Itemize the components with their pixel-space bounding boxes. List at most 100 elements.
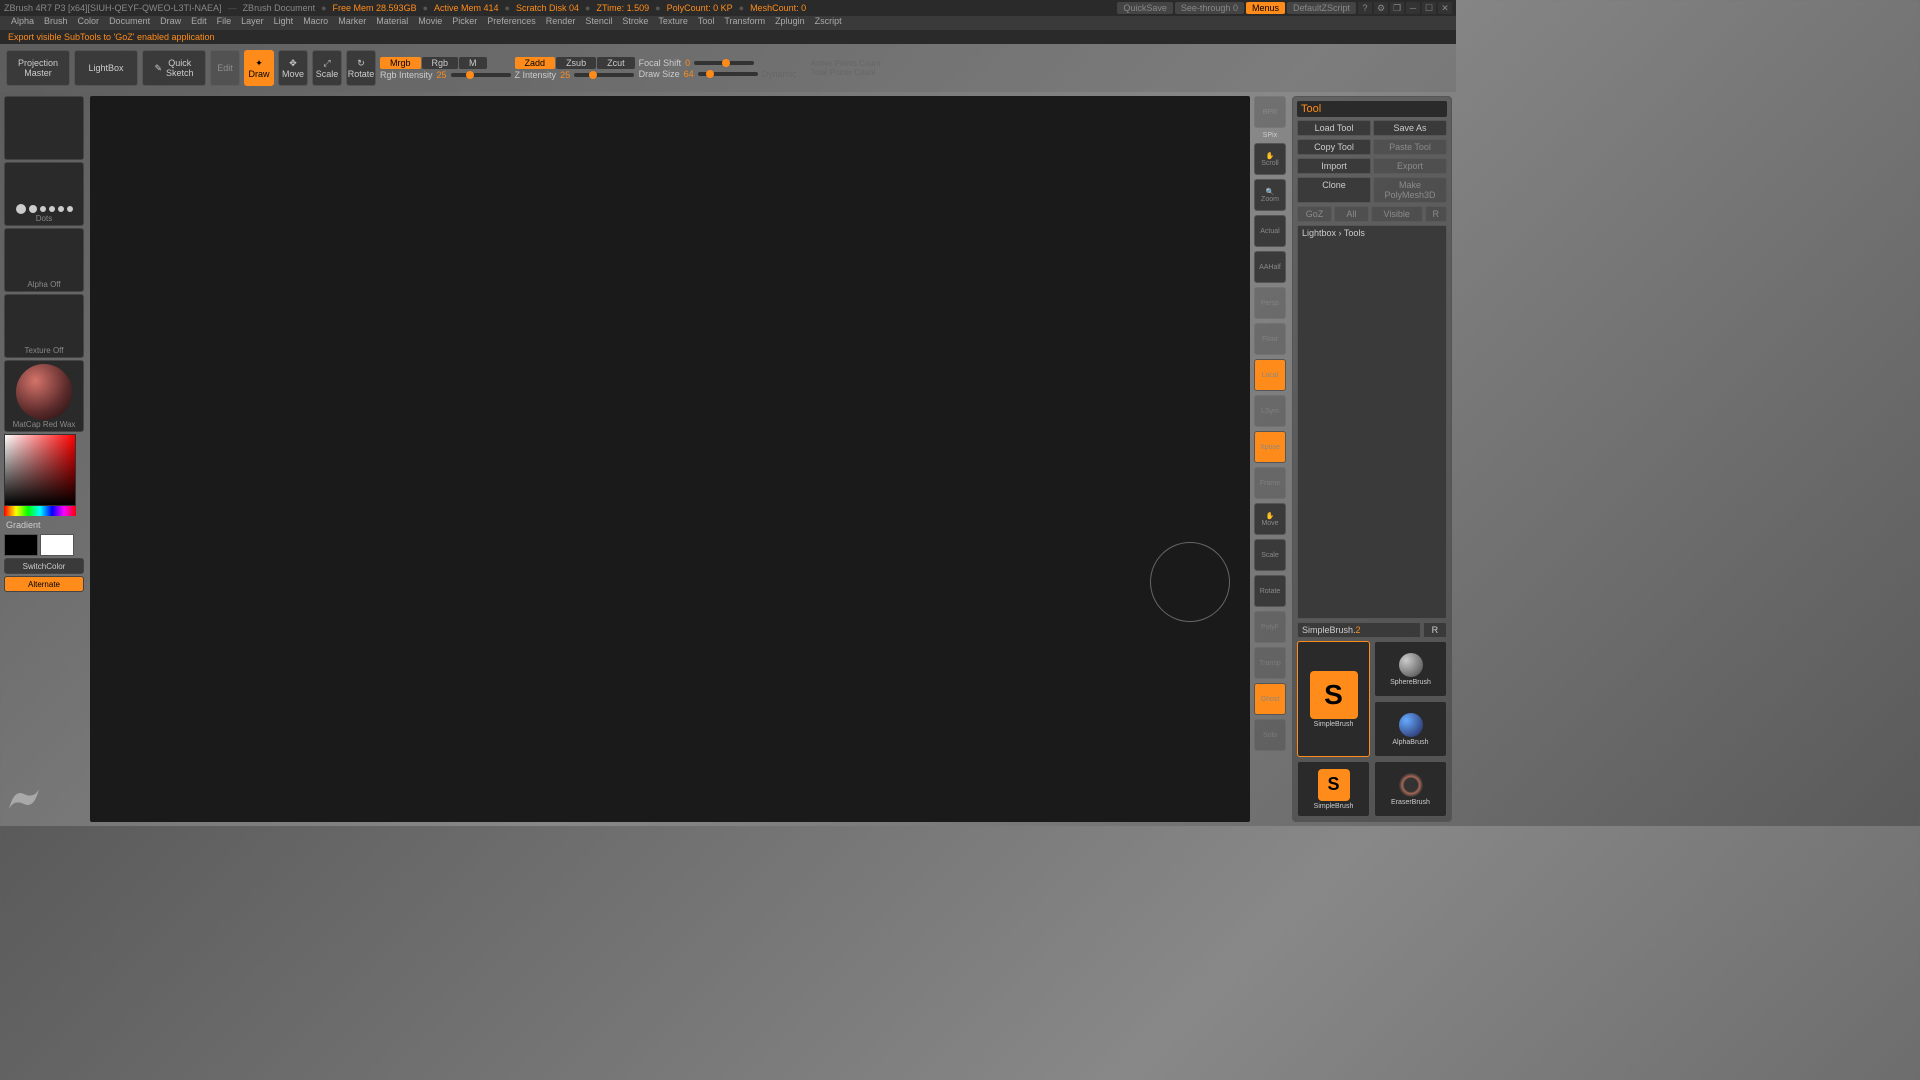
menu-zscript[interactable]: Zscript bbox=[810, 16, 847, 30]
aahalf-button[interactable]: AAHalf bbox=[1254, 251, 1286, 283]
rotate-button[interactable]: ↻ Rotate bbox=[346, 50, 376, 86]
save-as-button[interactable]: Save As bbox=[1373, 120, 1447, 136]
mrgb-button[interactable]: Mrgb bbox=[380, 57, 421, 69]
rgb-intensity-slider[interactable]: Rgb Intensity25 bbox=[380, 70, 511, 80]
zadd-button[interactable]: Zadd bbox=[515, 57, 556, 69]
zcut-button[interactable]: Zcut bbox=[597, 57, 635, 69]
lsym-button[interactable]: LSym bbox=[1254, 395, 1286, 427]
focal-shift-slider[interactable]: Focal Shift0 bbox=[639, 58, 797, 68]
tool-panel-header[interactable]: Tool bbox=[1297, 101, 1447, 117]
load-tool-button[interactable]: Load Tool bbox=[1297, 120, 1371, 136]
draw-button[interactable]: ✦ Draw bbox=[244, 50, 274, 86]
menu-material[interactable]: Material bbox=[371, 16, 413, 30]
canvas[interactable] bbox=[90, 96, 1250, 822]
lightbox-button[interactable]: LightBox bbox=[74, 50, 138, 86]
menu-stroke[interactable]: Stroke bbox=[617, 16, 653, 30]
copy-tool-button[interactable]: Copy Tool bbox=[1297, 139, 1371, 155]
menu-light[interactable]: Light bbox=[269, 16, 299, 30]
tool-r-button[interactable]: R bbox=[1423, 622, 1447, 638]
xpose-button[interactable]: Xpose bbox=[1254, 431, 1286, 463]
menu-document[interactable]: Document bbox=[104, 16, 155, 30]
local-button[interactable]: Local bbox=[1254, 359, 1286, 391]
menu-transform[interactable]: Transform bbox=[719, 16, 770, 30]
paste-tool-button[interactable]: Paste Tool bbox=[1373, 139, 1447, 155]
restore-icon[interactable]: ❐ bbox=[1390, 2, 1404, 14]
goz-button[interactable]: GoZ bbox=[1297, 206, 1332, 222]
seethrough-button[interactable]: See-through 0 bbox=[1175, 2, 1244, 14]
config-icon[interactable]: ⚙ bbox=[1374, 2, 1388, 14]
tool-thumb-simplebrush2[interactable]: S SimpleBrush bbox=[1297, 761, 1370, 817]
menu-preferences[interactable]: Preferences bbox=[482, 16, 541, 30]
menu-tool[interactable]: Tool bbox=[693, 16, 720, 30]
bpr-button[interactable]: BPR bbox=[1254, 96, 1286, 128]
minimize-icon[interactable]: ─ bbox=[1406, 2, 1420, 14]
solo-button[interactable]: Solo bbox=[1254, 719, 1286, 751]
zsub-button[interactable]: Zsub bbox=[556, 57, 596, 69]
goz-r-button[interactable]: R bbox=[1425, 206, 1447, 222]
menu-edit[interactable]: Edit bbox=[186, 16, 212, 30]
menus-button[interactable]: Menus bbox=[1246, 2, 1285, 14]
switchcolor-button[interactable]: SwitchColor bbox=[4, 558, 84, 574]
ghost-button[interactable]: Ghost bbox=[1254, 683, 1286, 715]
menu-macro[interactable]: Macro bbox=[298, 16, 333, 30]
color-picker[interactable] bbox=[4, 434, 84, 516]
menu-stencil[interactable]: Stencil bbox=[580, 16, 617, 30]
make-polymesh-button[interactable]: Make PolyMesh3D bbox=[1373, 177, 1447, 203]
menu-render[interactable]: Render bbox=[541, 16, 581, 30]
import-button[interactable]: Import bbox=[1297, 158, 1371, 174]
maximize-icon[interactable]: ☐ bbox=[1422, 2, 1436, 14]
edit-button[interactable]: Edit bbox=[210, 50, 240, 86]
menu-alpha[interactable]: Alpha bbox=[6, 16, 39, 30]
scale-nav-button[interactable]: Scale bbox=[1254, 539, 1286, 571]
close-icon[interactable]: ✕ bbox=[1438, 2, 1452, 14]
tool-thumb-spherebrush[interactable]: SphereBrush bbox=[1374, 641, 1447, 697]
scale-button[interactable]: ⤢ Scale bbox=[312, 50, 342, 86]
rotate-nav-button[interactable]: Rotate bbox=[1254, 575, 1286, 607]
quicksave-button[interactable]: QuickSave bbox=[1117, 2, 1173, 14]
tool-thumb-eraserbrush[interactable]: EraserBrush bbox=[1374, 761, 1447, 817]
floor-button[interactable]: Floor bbox=[1254, 323, 1286, 355]
swatch-black[interactable] bbox=[4, 534, 38, 556]
help-icon[interactable]: ? bbox=[1358, 2, 1372, 14]
menu-movie[interactable]: Movie bbox=[413, 16, 447, 30]
brush-slot[interactable] bbox=[4, 96, 84, 160]
menu-file[interactable]: File bbox=[212, 16, 237, 30]
zoom-button[interactable]: 🔍Zoom bbox=[1254, 179, 1286, 211]
frame-button[interactable]: Frame bbox=[1254, 467, 1286, 499]
defaultscript-button[interactable]: DefaultZScript bbox=[1287, 2, 1356, 14]
alternate-button[interactable]: Alternate bbox=[4, 576, 84, 592]
rgb-button[interactable]: Rgb bbox=[422, 57, 459, 69]
move-button[interactable]: ✥ Move bbox=[278, 50, 308, 86]
tool-thumb-alphabrush[interactable]: AlphaBrush bbox=[1374, 701, 1447, 757]
menu-brush[interactable]: Brush bbox=[39, 16, 73, 30]
move-nav-button[interactable]: ✋Move bbox=[1254, 503, 1286, 535]
export-button[interactable]: Export bbox=[1373, 158, 1447, 174]
polyf-button[interactable]: PolyF bbox=[1254, 611, 1286, 643]
menu-texture[interactable]: Texture bbox=[653, 16, 693, 30]
projection-master-button[interactable]: Projection Master bbox=[6, 50, 70, 86]
texture-slot[interactable]: Texture Off bbox=[4, 294, 84, 358]
m-button[interactable]: M bbox=[459, 57, 487, 69]
transp-button[interactable]: Transp bbox=[1254, 647, 1286, 679]
tool-thumb-simplebrush[interactable]: S SimpleBrush bbox=[1297, 641, 1370, 757]
actual-button[interactable]: Actual bbox=[1254, 215, 1286, 247]
lightbox-tools-button[interactable]: Lightbox › Tools bbox=[1297, 225, 1447, 619]
stroke-slot[interactable]: Dots bbox=[4, 162, 84, 226]
clone-button[interactable]: Clone bbox=[1297, 177, 1371, 203]
draw-size-slider[interactable]: Draw Size64 Dynamic bbox=[639, 69, 797, 79]
quicksketch-button[interactable]: ✎ Quick Sketch bbox=[142, 50, 206, 86]
scroll-button[interactable]: ✋Scroll bbox=[1254, 143, 1286, 175]
goz-all-button[interactable]: All bbox=[1334, 206, 1369, 222]
menu-color[interactable]: Color bbox=[73, 16, 105, 30]
material-slot[interactable]: MatCap Red Wax bbox=[4, 360, 84, 432]
menu-zplugin[interactable]: Zplugin bbox=[770, 16, 810, 30]
menu-marker[interactable]: Marker bbox=[333, 16, 371, 30]
alpha-slot[interactable]: Alpha Off bbox=[4, 228, 84, 292]
swatch-white[interactable] bbox=[40, 534, 74, 556]
menu-layer[interactable]: Layer bbox=[236, 16, 269, 30]
current-tool-label[interactable]: SimpleBrush.2 bbox=[1297, 622, 1421, 638]
persp-button[interactable]: Persp bbox=[1254, 287, 1286, 319]
z-intensity-slider[interactable]: Z Intensity25 bbox=[515, 70, 635, 80]
menu-picker[interactable]: Picker bbox=[447, 16, 482, 30]
goz-visible-button[interactable]: Visible bbox=[1371, 206, 1423, 222]
